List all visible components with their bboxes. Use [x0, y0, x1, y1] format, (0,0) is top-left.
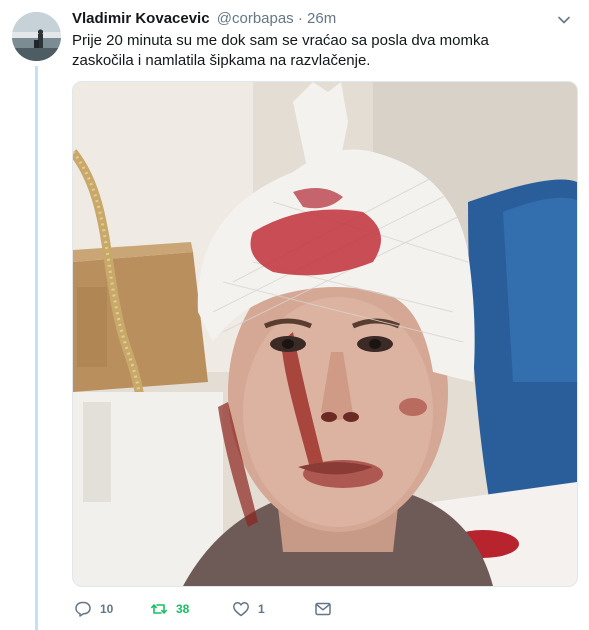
- thread-connector-line: [35, 66, 38, 630]
- tweet-header: Vladimir Kovacevic @corbapas · 26m: [72, 9, 575, 29]
- envelope-icon: [315, 602, 331, 616]
- author-handle[interactable]: @corbapas: [217, 10, 294, 27]
- author-name[interactable]: Vladimir Kovacevic: [72, 10, 210, 27]
- like-count: 1: [258, 602, 265, 616]
- like-button[interactable]: 1: [232, 598, 265, 620]
- reply-count: 10: [100, 602, 114, 616]
- reply-button[interactable]: 10: [74, 598, 113, 620]
- chevron-down-icon[interactable]: [557, 13, 571, 27]
- header-separator: ·: [297, 10, 303, 27]
- retweet-button[interactable]: 38: [150, 598, 189, 620]
- tweet-text: Prije 20 minuta su me dok sam se vraćao …: [72, 32, 489, 69]
- tweet-photo[interactable]: [72, 81, 578, 587]
- direct-message-button[interactable]: [314, 598, 340, 620]
- tweet-actions: 10 38 1: [72, 598, 372, 620]
- tweet-timestamp[interactable]: 26m: [307, 10, 336, 27]
- heart-icon: [233, 602, 249, 617]
- reply-icon: [75, 601, 91, 617]
- retweet-icon: [151, 604, 167, 614]
- retweet-count: 38: [176, 602, 190, 616]
- avatar[interactable]: [12, 12, 61, 61]
